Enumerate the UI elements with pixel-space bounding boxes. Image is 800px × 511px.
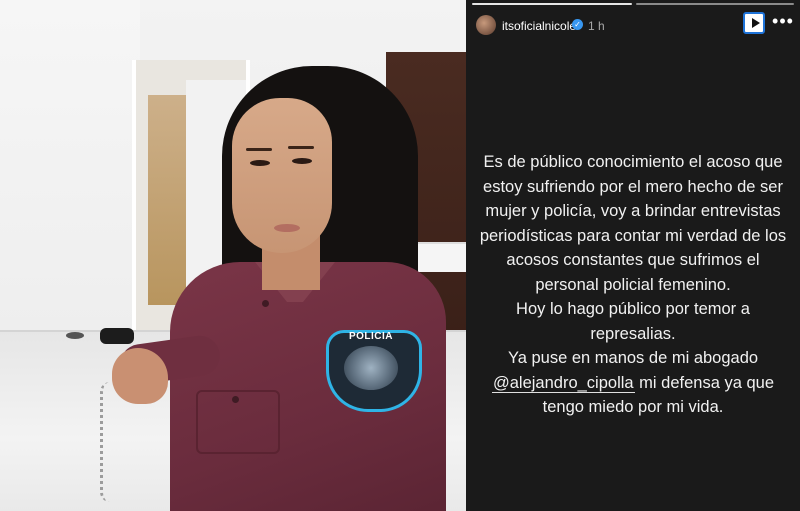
caption-line: Es de público conocimiento el acoso que: [483, 153, 783, 171]
wall: [0, 0, 140, 340]
story-caption: Es de público conocimiento el acoso que …: [466, 150, 800, 420]
story-panel: itsoficialnicole ✓ 1 h ••• Es de público…: [466, 0, 800, 511]
more-icon[interactable]: •••: [772, 12, 794, 32]
avatar[interactable]: [476, 15, 496, 35]
caption-line: represalias.: [590, 324, 676, 343]
eyebrow: [246, 148, 272, 151]
story-progress-segment: [636, 3, 794, 5]
eye: [292, 158, 312, 164]
wooden-door: [148, 95, 186, 305]
handcuff-chain: [100, 382, 139, 502]
shoes: [100, 328, 134, 344]
caption-line: acosos constantes que sufrimos el: [506, 251, 760, 269]
mention-link[interactable]: @alejandro_cipolla: [491, 373, 635, 393]
caption-line: @alejandro_cipolla mi defensa ya que: [466, 371, 800, 396]
story-header: itsoficialnicole ✓ 1 h •••: [466, 10, 800, 38]
caption-line-rest: mi defensa ya que: [634, 373, 774, 392]
play-icon[interactable]: [743, 12, 765, 34]
username[interactable]: itsoficialnicole: [502, 19, 576, 33]
verified-icon: ✓: [572, 19, 583, 30]
caption-line: personal policial femenino.: [535, 275, 731, 294]
patch-emblem: [344, 346, 398, 390]
eyebrow: [288, 146, 314, 149]
story-photo: POLICIA: [0, 0, 466, 511]
caption-line: mujer y policía, voy a brindar entrevist…: [485, 202, 781, 220]
caption-line: Hoy lo hago público por temor a: [516, 300, 750, 318]
shirt-button: [232, 396, 239, 403]
caption-line: estoy sufriendo por el mero hecho de ser: [483, 177, 783, 196]
caption-line: periodísticas para contar mi verdad de l…: [479, 226, 787, 245]
caption-line: tengo miedo por mi vida.: [542, 398, 724, 416]
story-progress-segment: [472, 3, 632, 5]
patch-label: POLICIA: [348, 331, 394, 342]
shirt-button: [262, 300, 269, 307]
pet-bowl: [66, 332, 84, 339]
caption-line: Ya puse en manos de mi abogado: [507, 349, 759, 367]
post-time: 1 h: [588, 19, 605, 33]
lips: [274, 224, 300, 232]
eye: [250, 160, 270, 166]
